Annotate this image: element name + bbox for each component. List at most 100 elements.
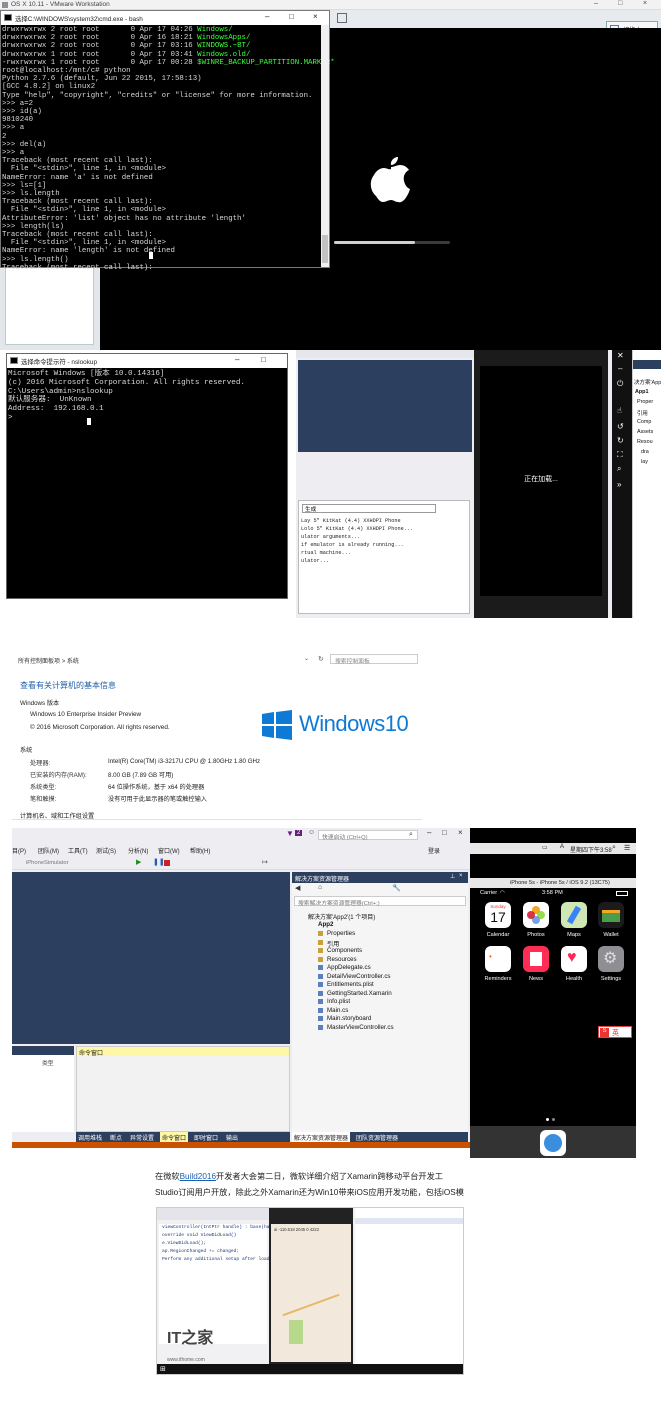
tree-node[interactable]: Main.cs [327, 1007, 348, 1014]
filter-icon[interactable]: ▼ [286, 829, 294, 838]
command-window[interactable]: 命令窗口 [76, 1046, 290, 1132]
vmware-max-button[interactable]: □ [618, 0, 622, 7]
fit-screen-icon[interactable]: ⛶ [617, 450, 623, 460]
menu-icon[interactable]: ☰ [624, 844, 630, 852]
bash-scroll-thumb[interactable] [322, 235, 328, 263]
tree-node[interactable]: Proper [637, 399, 653, 405]
vmware-min-button[interactable]: – [594, 0, 598, 7]
nslookup-max-button[interactable]: □ [261, 355, 266, 364]
login-link[interactable]: 登录 [428, 846, 440, 855]
vm-tool-icon[interactable] [337, 13, 347, 23]
menu-item[interactable]: 分析(N) [128, 846, 148, 855]
chevron-down-icon[interactable]: ⌄ [304, 655, 309, 662]
stop-icon[interactable] [164, 860, 170, 866]
tree-node[interactable]: dra [641, 449, 649, 455]
tree-node[interactable]: App1 [635, 389, 648, 395]
tree-node[interactable]: lay [641, 459, 648, 465]
tree-node[interactable]: Entitlements.plist [327, 981, 374, 988]
target-select[interactable]: iPhoneSimulator [26, 860, 69, 866]
bash-min-button[interactable]: – [265, 12, 269, 21]
ime-indicator[interactable]: S 英 [598, 1026, 632, 1038]
vs-close-button[interactable]: × [458, 828, 463, 837]
tree-node[interactable]: MasterViewController.cs [327, 1024, 394, 1031]
feedback-icon[interactable]: ☺ [308, 829, 315, 836]
control-panel-search[interactable]: 搜索控制面板 [330, 654, 418, 665]
reminders-app[interactable]: • [485, 946, 511, 972]
nslookup-window[interactable]: 选择命令提示符 - nslookup – □ Microsoft Windows… [6, 353, 288, 599]
menu-item[interactable]: 目(P) [12, 846, 26, 855]
airplay-icon[interactable]: ▭ [542, 844, 548, 851]
tree-node[interactable]: 引用 [637, 409, 648, 417]
maps-app[interactable] [561, 902, 587, 928]
code-editor-area[interactable] [12, 872, 290, 1044]
notification-badge[interactable]: 2 [295, 830, 303, 836]
touch-icon[interactable]: ☝ [617, 406, 622, 415]
build2016-link[interactable]: Build2016 [180, 1172, 216, 1181]
bash-scrollbar[interactable] [321, 25, 329, 267]
emulator-screen[interactable]: 正在加载... [480, 366, 602, 596]
start-icon[interactable]: ⊞ [160, 1365, 166, 1373]
tree-node[interactable]: GettingStarted.Xamarin [327, 990, 392, 997]
solution-root[interactable]: 解决方案'App2'(1 个项目) [308, 912, 375, 921]
tree-node[interactable]: Main.storyboard [327, 1015, 371, 1022]
project-node[interactable]: App2 [318, 921, 333, 928]
thumb-watermark: IT之家 www.ithome.com [167, 1324, 213, 1366]
settings-app[interactable]: ⚙ [598, 946, 624, 972]
tree-node[interactable]: AppDelegate.cs [327, 964, 371, 971]
vm-thumbnail[interactable] [5, 267, 94, 345]
menu-item[interactable]: 工具(T) [68, 846, 88, 855]
home-icon[interactable]: ⌂ [318, 884, 322, 891]
menu-item[interactable]: 团队(M) [38, 846, 59, 855]
pin-icon[interactable]: ⊥ [450, 873, 455, 880]
close-icon[interactable]: ✕ [617, 351, 624, 360]
safari-app[interactable] [540, 1130, 566, 1156]
wrench-icon[interactable]: 🔧 [392, 884, 401, 892]
tree-node[interactable]: Properties [327, 930, 355, 937]
nslookup-min-button[interactable]: – [235, 355, 239, 364]
vmware-close-button[interactable]: × [643, 0, 647, 7]
more-icon[interactable]: » [617, 480, 621, 489]
back-icon[interactable]: ◀ [295, 884, 300, 892]
bash-window[interactable]: 选择C:\WINDOWS\system32\cmd.exe - bash – □… [0, 10, 335, 272]
news-app[interactable] [523, 946, 549, 972]
wallet-app[interactable] [598, 902, 624, 928]
menu-item[interactable]: 测试(S) [96, 846, 116, 855]
terminal-line: NameError: name 'a' is not defined [2, 173, 153, 182]
output-source-select[interactable]: 生成 [302, 504, 436, 513]
tree-node[interactable]: Components [327, 947, 362, 954]
tree-node[interactable]: Info.plist [327, 998, 350, 1005]
refresh-icon[interactable]: ↻ [318, 655, 324, 663]
breadcrumb-item[interactable]: 系统 [67, 659, 79, 665]
vs-max-button[interactable]: □ [442, 828, 447, 837]
bash-max-button[interactable]: □ [289, 12, 294, 21]
step-icon[interactable]: ↦ [262, 858, 268, 866]
tree-node[interactable]: Resources [327, 956, 357, 963]
search-icon[interactable]: ⌕ [612, 844, 616, 852]
bash-close-button[interactable]: × [313, 12, 318, 21]
mac-menubar: ▭ A 星期四下午3:58 ⌕ ☰ [470, 843, 636, 854]
breadcrumb-item[interactable]: 所有控制面板项 [18, 659, 60, 665]
rotate-left-icon[interactable]: ↺ [617, 422, 624, 431]
calendar-app[interactable]: Sunday 17 [485, 902, 511, 928]
quick-launch-input[interactable]: 快速启动 (Ctrl+Q) ⌕ [318, 830, 418, 841]
solution-search-input[interactable]: 搜索解决方案资源管理器(Ctrl+;) [294, 896, 466, 907]
minimize-icon[interactable]: – [618, 364, 622, 373]
menu-item[interactable]: 窗口(W) [158, 846, 180, 855]
tree-node[interactable]: Resou [637, 439, 653, 445]
article-thumbnail[interactable]: viewController(IntPtr handle) : base(han… [156, 1207, 464, 1375]
close-icon[interactable]: × [459, 873, 463, 879]
power-icon[interactable]: ⏻ [617, 379, 623, 389]
play-icon[interactable]: ▶ [136, 858, 141, 866]
tree-node[interactable]: DetailViewController.cs [327, 973, 391, 980]
zoom-icon[interactable]: ⌕ [617, 464, 621, 474]
menu-item[interactable]: 帮助(H) [190, 846, 210, 855]
tree-node[interactable]: Assets [637, 429, 653, 435]
android-emulator[interactable]: 正在加载... [474, 350, 608, 618]
pause-icon[interactable]: ❚❚ [153, 858, 165, 866]
vs-min-button[interactable]: – [427, 828, 431, 837]
input-source-icon[interactable]: A [560, 844, 564, 850]
rotate-right-icon[interactable]: ↻ [617, 436, 624, 445]
photos-app[interactable] [523, 902, 549, 928]
health-app[interactable]: ♥ [561, 946, 587, 972]
tree-node[interactable]: Comp [637, 419, 651, 425]
